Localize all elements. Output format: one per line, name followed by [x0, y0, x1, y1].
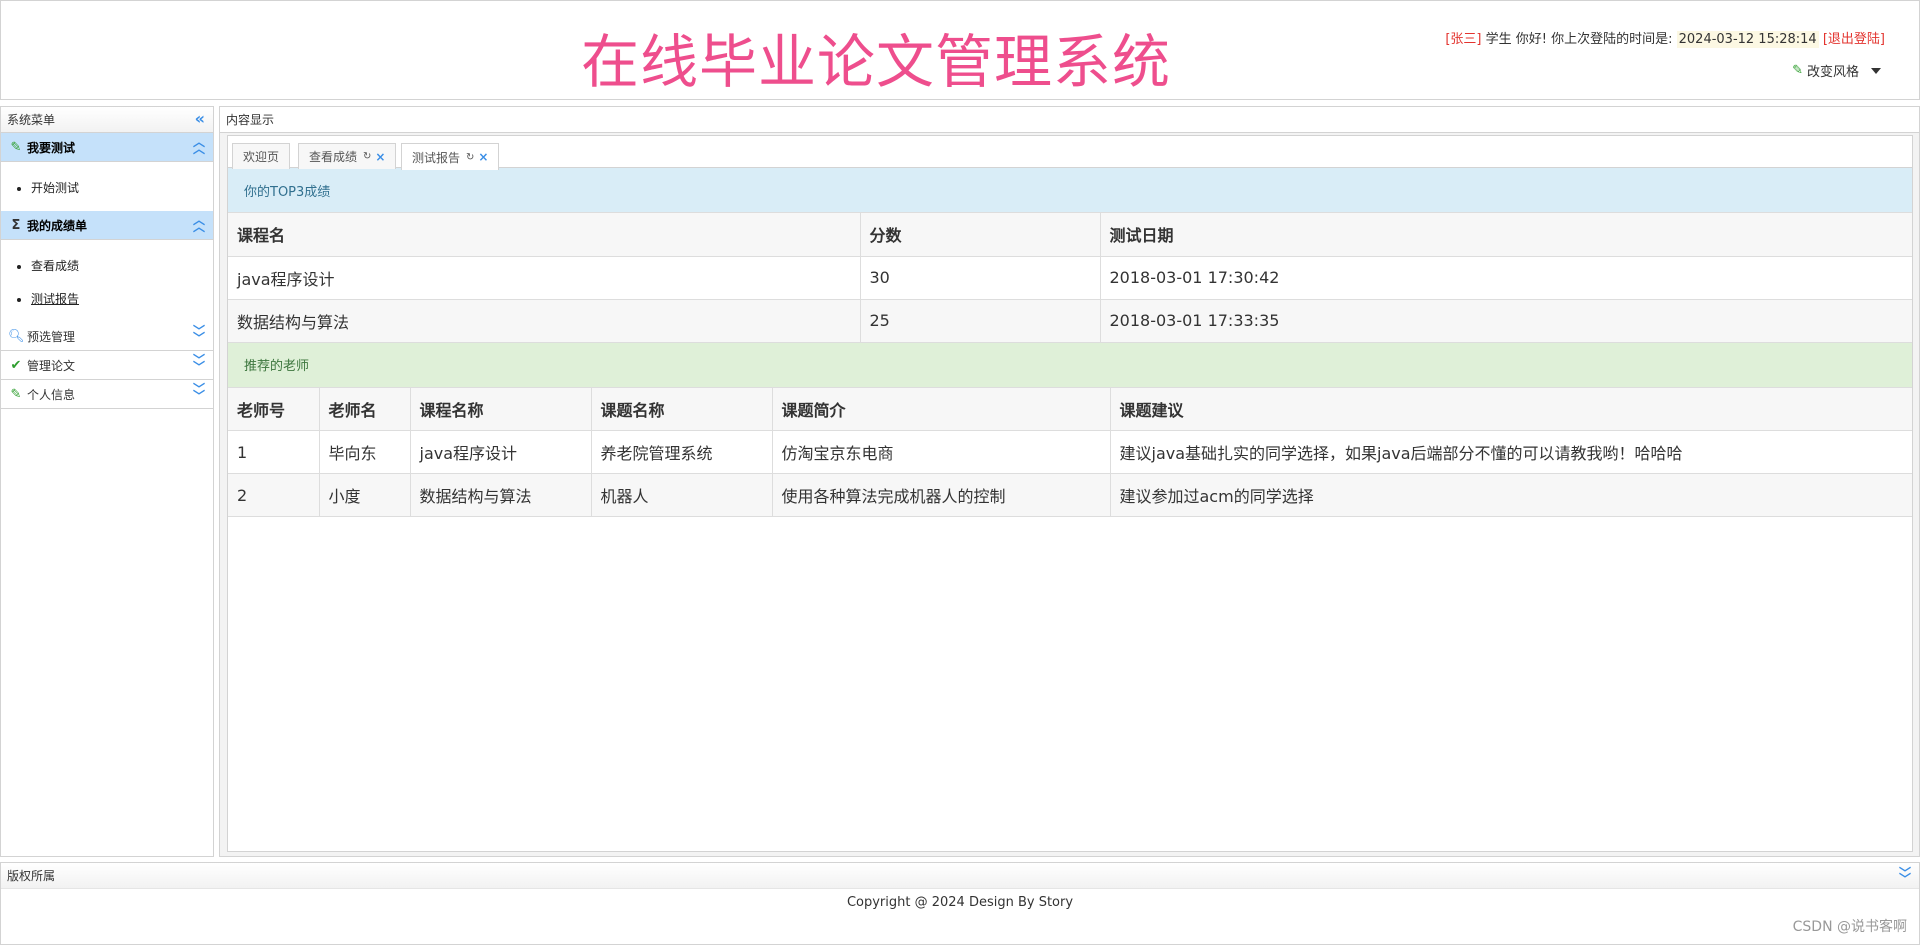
table-header-row: 老师号 老师名 课程名称 课题名称 课题简介 课题建议	[228, 387, 1912, 431]
tab-view-grades[interactable]: 查看成绩 ↻ ×	[298, 143, 397, 169]
header: 在线毕业论文管理系统 [张三] 学生 你好! 你上次登陆的时间是: 2024-0…	[0, 0, 1920, 100]
menu-group-profile[interactable]: ✎ 个人信息 ﹀ ﹀	[1, 380, 213, 409]
table-cell: 建议java基础扎实的同学选择，如果java后端部分不懂的可以请教我哟！哈哈哈	[1110, 430, 1912, 474]
tab-test-report[interactable]: 测试报告 ↻ ×	[401, 143, 500, 170]
column-header: 课题名称	[591, 387, 773, 431]
copyright-text: Copyright @ 2024 Design By Story	[846, 895, 1074, 910]
chevron-double-down-icon[interactable]: ﹀ ﹀	[193, 325, 205, 344]
column-header: 课题简介	[772, 387, 1111, 431]
tab-label: 查看成绩	[309, 150, 358, 164]
menu-group-thesis[interactable]: ✔ 管理论文 ﹀ ﹀	[1, 351, 213, 380]
last-login-time: 2024-03-12 15:28:14	[1676, 31, 1819, 48]
close-icon[interactable]: ×	[375, 150, 385, 164]
content-body: 欢迎页 查看成绩 ↻ × 测试报告 ↻ × 你的TOP3成绩 课程名 分数 测试…	[227, 135, 1913, 852]
table-row: java程序设计 30 2018-03-01 17:30:42	[228, 256, 1912, 300]
chevron-double-down-icon[interactable]: ﹀ ﹀	[1899, 867, 1911, 885]
teachers-heading: 推荐的老师	[228, 342, 1912, 388]
sidebar: 系统菜单 « ✎ 我要测试 ︿︿ 开始测试 Σ 我的成绩单 ︿︿ 查看成绩 测试…	[0, 106, 214, 857]
table-cell: 2018-03-01 17:33:35	[1100, 299, 1912, 343]
top3-heading: 你的TOP3成绩	[228, 168, 1912, 213]
menu-group-test[interactable]: ✎ 我要测试 ︿ ︿	[1, 133, 213, 162]
user-greeting: [张三] 学生 你好! 你上次登陆的时间是: 2024-03-12 15:28:…	[1445, 28, 1885, 48]
menu-group-label: 个人信息	[27, 387, 76, 402]
table-cell: 小度	[319, 473, 411, 517]
tab-label: 欢迎页	[243, 150, 280, 164]
content-panel: 内容显示 欢迎页 查看成绩 ↻ × 测试报告 ↻ × 你的TOP3成绩 课程名 …	[219, 106, 1920, 857]
table-cell: 1	[228, 430, 320, 474]
menu-group-preselect[interactable]: 🔍︎ 预选管理 ﹀ ﹀	[1, 322, 213, 351]
menu-group-label: 我要测试	[27, 140, 76, 155]
chevron-double-down-icon[interactable]: ﹀ ﹀	[193, 383, 205, 402]
column-header: 课程名	[228, 213, 861, 257]
watermark: CSDN @说书客啊	[1792, 919, 1907, 935]
table-cell: 数据结构与算法	[228, 299, 861, 343]
style-switch-label: 改变风格	[1806, 65, 1859, 80]
column-header: 课程名称	[410, 387, 592, 431]
teachers-table: 老师号 老师名 课程名称 课题名称 课题简介 课题建议 1 毕向东 java程序…	[228, 387, 1912, 517]
sigma-icon: Σ	[11, 217, 21, 233]
table-cell: 建议参加过acm的同学选择	[1110, 473, 1912, 517]
column-header: 分数	[860, 213, 1101, 257]
table-row: 2 小度 数据结构与算法 机器人 使用各种算法完成机器人的控制 建议参加过acm…	[228, 473, 1912, 517]
column-header: 课题建议	[1110, 387, 1912, 431]
chevron-double-up-icon[interactable]: ︿ ︿	[193, 136, 205, 155]
chevron-double-up-icon[interactable]: ︿ ︿	[193, 214, 205, 233]
menu-group-label: 管理论文	[27, 358, 76, 373]
column-header: 测试日期	[1100, 213, 1912, 257]
tab-bar: 欢迎页 查看成绩 ↻ × 测试报告 ↻ ×	[228, 136, 1912, 170]
column-header: 老师号	[228, 387, 320, 431]
caret-down-icon	[1871, 67, 1881, 74]
table-cell: 使用各种算法完成机器人的控制	[772, 473, 1111, 517]
content-title: 内容显示	[226, 113, 275, 127]
table-cell: 仿淘宝京东电商	[772, 430, 1111, 474]
sidebar-title: 系统菜单	[7, 113, 56, 127]
pencil-icon: ✎	[10, 386, 22, 402]
column-header: 老师名	[319, 387, 411, 431]
table-cell: 30	[860, 256, 1101, 300]
pencil-icon: ✎	[1792, 63, 1803, 78]
table-cell: 养老院管理系统	[591, 430, 773, 474]
menu-group-label: 我的成绩单	[27, 218, 88, 233]
top3-table: 课程名 分数 测试日期 java程序设计 30 2018-03-01 17:30…	[228, 213, 1912, 343]
logout-link[interactable]: [退出登陆]	[1823, 32, 1885, 47]
table-row: 1 毕向东 java程序设计 养老院管理系统 仿淘宝京东电商 建议java基础扎…	[228, 430, 1912, 474]
greeting-text: 学生 你好! 你上次登陆的时间是:	[1485, 32, 1673, 47]
content-header: 内容显示	[220, 107, 1919, 133]
footer-header: 版权所属 ﹀ ﹀	[1, 863, 1919, 889]
table-cell: java程序设计	[410, 430, 592, 474]
menu-group-grades[interactable]: Σ 我的成绩单 ︿ ︿	[1, 211, 213, 240]
menu-group-body: 查看成绩 测试报告	[1, 240, 213, 322]
table-cell: 2	[228, 473, 320, 517]
search-icon: 🔍︎	[8, 328, 25, 344]
menu-group-body: 开始测试	[1, 162, 213, 211]
refresh-icon[interactable]: ↻	[466, 152, 474, 163]
menu-item-start-test[interactable]: 开始测试	[31, 172, 213, 205]
menu-group-label: 预选管理	[27, 329, 76, 344]
table-header-row: 课程名 分数 测试日期	[228, 213, 1912, 257]
table-cell: 数据结构与算法	[410, 473, 592, 517]
chevron-double-down-icon[interactable]: ﹀ ﹀	[193, 354, 205, 373]
menu-item-view-grades[interactable]: 查看成绩	[31, 250, 213, 283]
table-cell: java程序设计	[228, 256, 861, 300]
sidebar-header: 系统菜单 «	[1, 107, 213, 133]
table-cell: 2018-03-01 17:30:42	[1100, 256, 1912, 300]
table-cell: 毕向东	[319, 430, 411, 474]
menu-item-test-report[interactable]: 测试报告	[31, 283, 213, 316]
table-row: 数据结构与算法 25 2018-03-01 17:33:35	[228, 299, 1912, 343]
collapse-left-icon[interactable]: «	[195, 111, 205, 127]
user-name: [张三]	[1445, 32, 1482, 47]
tab-welcome[interactable]: 欢迎页	[232, 143, 291, 169]
tab-label: 测试报告	[412, 150, 461, 165]
footer-title: 版权所属	[7, 869, 56, 883]
style-switch-button[interactable]: ✎ 改变风格	[1792, 61, 1881, 80]
table-cell: 25	[860, 299, 1101, 343]
close-icon[interactable]: ×	[478, 150, 488, 164]
footer: 版权所属 ﹀ ﹀ Copyright @ 2024 Design By Story…	[0, 862, 1920, 945]
table-cell: 机器人	[591, 473, 773, 517]
check-icon: ✔	[10, 357, 22, 373]
refresh-icon[interactable]: ↻	[363, 151, 371, 162]
pencil-icon: ✎	[10, 139, 22, 155]
